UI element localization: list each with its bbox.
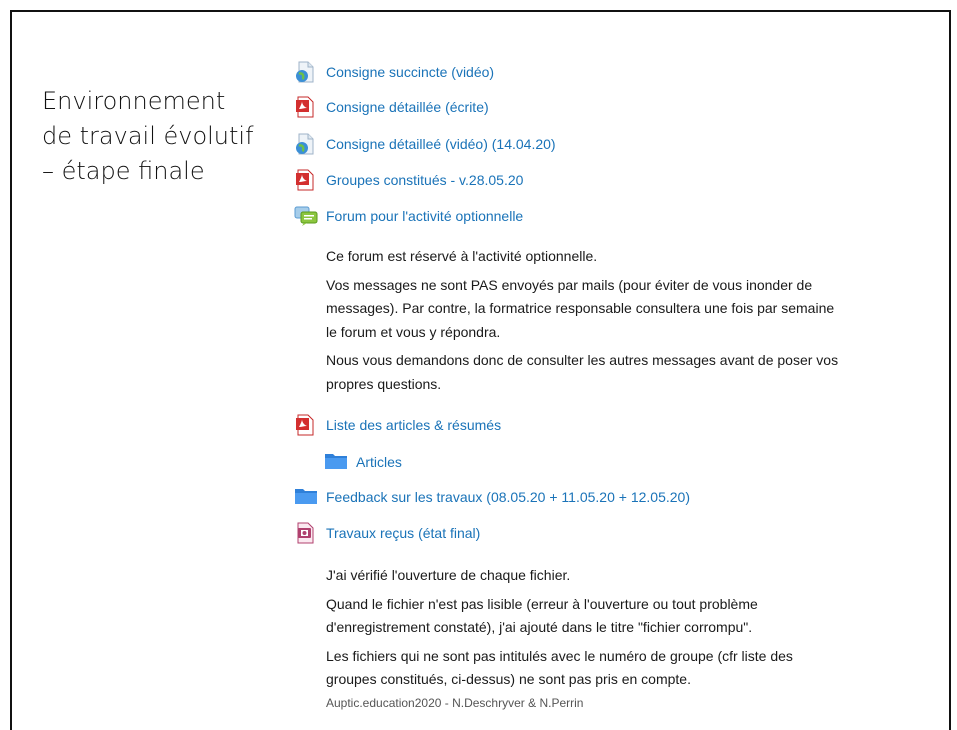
activity-consigne-detaillee-ecrite[interactable]: Consigne détaillée (écrite) xyxy=(294,96,489,118)
travaux-description-line: Quand le fichier n'est pas lisible (erre… xyxy=(326,595,758,636)
pdf-icon xyxy=(294,414,316,436)
globe-file-icon xyxy=(294,133,316,155)
forum-description-line: Vos messages ne sont PAS envoyés par mai… xyxy=(326,276,835,340)
globe-file-icon xyxy=(294,61,316,83)
activity-link[interactable]: Consigne détailleé (vidéo) (14.04.20) xyxy=(326,136,556,152)
folder-icon xyxy=(294,486,317,508)
activity-liste-articles[interactable]: Liste des articles & résumés xyxy=(294,414,501,436)
activity-link[interactable]: Travaux reçus (état final) xyxy=(326,525,480,541)
folder-icon xyxy=(324,451,347,473)
activity-link[interactable]: Groupes constitués - v.28.05.20 xyxy=(326,172,523,188)
activity-link[interactable]: Consigne succincte (vidéo) xyxy=(326,64,494,80)
assignment-icon xyxy=(294,522,316,544)
activity-link[interactable]: Feedback sur les travaux (08.05.20 + 11.… xyxy=(326,489,690,505)
activity-articles-folder[interactable]: Articles xyxy=(324,451,402,473)
forum-icon xyxy=(294,205,318,227)
slide-title: Environnement de travail évolutif – étap… xyxy=(42,87,254,185)
forum-description-line: Nous vous demandons donc de consulter le… xyxy=(326,352,839,392)
travaux-description-line: Les fichiers qui ne sont pas intitulés a… xyxy=(326,647,793,688)
activity-consigne-succincte[interactable]: Consigne succincte (vidéo) xyxy=(294,61,494,83)
activity-travaux-recus[interactable]: Travaux reçus (état final) xyxy=(294,522,480,544)
activity-link[interactable]: Consigne détaillée (écrite) xyxy=(326,99,489,115)
activity-consigne-detaillee-video[interactable]: Consigne détailleé (vidéo) (14.04.20) xyxy=(294,133,556,155)
forum-description-line: Ce forum est réservé à l'activité option… xyxy=(326,248,598,264)
travaux-description-line: J'ai vérifié l'ouverture de chaque fichi… xyxy=(326,567,571,583)
activity-link[interactable]: Articles xyxy=(356,454,402,470)
activity-groupes-constitues[interactable]: Groupes constitués - v.28.05.20 xyxy=(294,169,523,191)
pdf-icon xyxy=(294,96,316,118)
activity-feedback-folder[interactable]: Feedback sur les travaux (08.05.20 + 11.… xyxy=(294,486,690,508)
travaux-description: J'ai vérifié l'ouverture de chaque fichi… xyxy=(326,564,846,697)
activity-link[interactable]: Liste des articles & résumés xyxy=(326,417,501,433)
slide-footer: Auptic.education2020 - N.Deschryver & N.… xyxy=(326,696,584,710)
activity-link[interactable]: Forum pour l'activité optionnelle xyxy=(326,208,523,224)
forum-description: Ce forum est réservé à l'activité option… xyxy=(326,245,846,401)
pdf-icon xyxy=(294,169,316,191)
activity-forum[interactable]: Forum pour l'activité optionnelle xyxy=(294,205,523,227)
